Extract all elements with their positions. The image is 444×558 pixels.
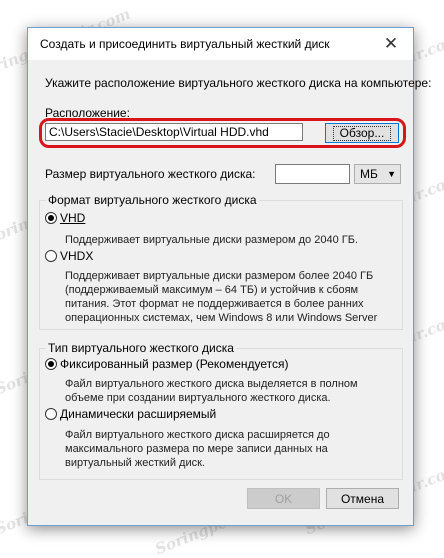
dynamic-label[interactable]: Динамически расширяемый — [60, 407, 216, 421]
close-icon: ✕ — [383, 34, 399, 53]
instruction-text: Укажите расположение виртуального жестко… — [45, 76, 432, 90]
fixed-size-radio[interactable] — [45, 358, 57, 370]
location-input[interactable]: C:\Users\Stacie\Desktop\Virtual HDD.vhd — [45, 123, 303, 141]
vhdx-radio[interactable] — [45, 250, 57, 262]
vhd-description: Поддерживает виртуальные диски размером … — [65, 234, 358, 246]
size-input[interactable] — [275, 164, 350, 184]
fixed-size-label[interactable]: Фиксированный размер (Рекомендуется) — [60, 357, 289, 371]
close-button[interactable]: ✕ — [369, 28, 413, 60]
browse-button-label: Обзор... — [332, 125, 392, 141]
ok-button[interactable]: OK — [247, 488, 320, 509]
chevron-down-icon: ▼ — [387, 169, 396, 179]
vhdx-description: Поддерживает виртуальные диски размером … — [65, 270, 378, 324]
size-unit-value: МБ — [360, 167, 378, 181]
size-label: Размер виртуального жесткого диска: — [45, 167, 256, 181]
create-vhd-dialog: Создать и присоединить виртуальный жестк… — [27, 27, 431, 526]
cancel-button[interactable]: Отмена — [326, 488, 399, 509]
format-group-legend: Формат виртуального жесткого диска — [48, 193, 257, 207]
fixed-size-description: Файл виртуального жесткого диска выделяе… — [65, 378, 358, 404]
size-unit-select[interactable]: МБ ▼ — [354, 164, 401, 184]
type-group-legend: Тип виртуального жесткого диска — [48, 341, 234, 355]
dynamic-radio[interactable] — [45, 408, 57, 420]
title-bar[interactable]: Создать и присоединить виртуальный жестк… — [28, 28, 413, 60]
location-label: Расположение: — [45, 106, 130, 120]
dynamic-description: Файл виртуального жесткого диска расширя… — [65, 429, 330, 469]
vhd-radio[interactable] — [45, 212, 57, 224]
vhd-label[interactable]: VHD — [60, 211, 85, 225]
browse-button[interactable]: Обзор... — [325, 123, 399, 143]
dialog-title: Создать и присоединить виртуальный жестк… — [40, 37, 330, 51]
vhdx-label[interactable]: VHDX — [60, 249, 93, 263]
